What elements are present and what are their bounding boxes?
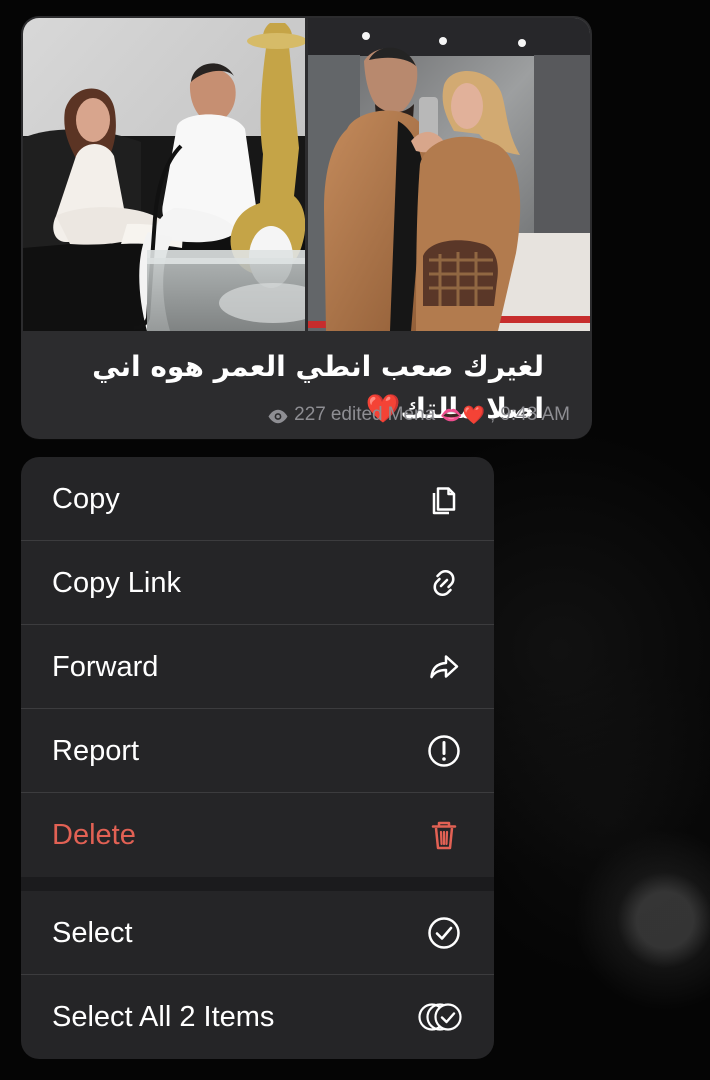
copy-link-menu-item[interactable]: Copy Link — [21, 541, 494, 625]
media-grid — [23, 18, 590, 331]
trash-icon — [425, 816, 463, 854]
menu-selection-group: Select Select All 2 Items — [21, 891, 494, 1059]
menu-separator — [21, 877, 494, 891]
author-emojis: 👄❤️ — [440, 405, 485, 425]
report-label: Report — [52, 734, 140, 767]
check-circle-icon — [425, 914, 463, 952]
photo-couple-elevator[interactable] — [308, 18, 590, 331]
edited-label: edited — [330, 404, 383, 425]
time-separator: , — [490, 404, 496, 425]
copy-menu-item[interactable]: Copy — [21, 457, 494, 541]
copy-label: Copy — [52, 482, 120, 515]
views-count: 227 — [294, 404, 326, 425]
delete-menu-item[interactable]: Delete — [21, 793, 494, 877]
forward-label: Forward — [52, 650, 159, 683]
select-all-menu-item[interactable]: Select All 2 Items — [21, 975, 494, 1059]
photo-couple-sofa[interactable] — [23, 18, 305, 331]
author-name: Mena — [387, 404, 436, 425]
link-icon — [425, 564, 463, 602]
multi-check-icon — [417, 998, 463, 1036]
forward-menu-item[interactable]: Forward — [21, 625, 494, 709]
report-menu-item[interactable]: Report — [21, 709, 494, 793]
select-all-label: Select All 2 Items — [52, 1000, 275, 1033]
select-label: Select — [52, 916, 133, 949]
message-meta: 227 edited Mena 👄❤️, 9:43 AM — [267, 404, 570, 426]
report-icon — [425, 732, 463, 770]
message-time: 9:43 AM — [500, 404, 570, 425]
copy-link-label: Copy Link — [52, 566, 181, 599]
eye-icon — [267, 408, 289, 423]
message-bubble[interactable]: لغيرك صعب انطي العمر هوه اني اصلا مالتك❤… — [21, 16, 592, 439]
delete-label: Delete — [52, 818, 136, 851]
copy-icon — [425, 480, 463, 518]
forward-icon — [425, 648, 463, 686]
context-menu: Copy Copy Link Forward Report Delete Sel… — [21, 457, 494, 1059]
select-menu-item[interactable]: Select — [21, 891, 494, 975]
menu-primary-group: Copy Copy Link Forward Report Delete — [21, 457, 494, 877]
